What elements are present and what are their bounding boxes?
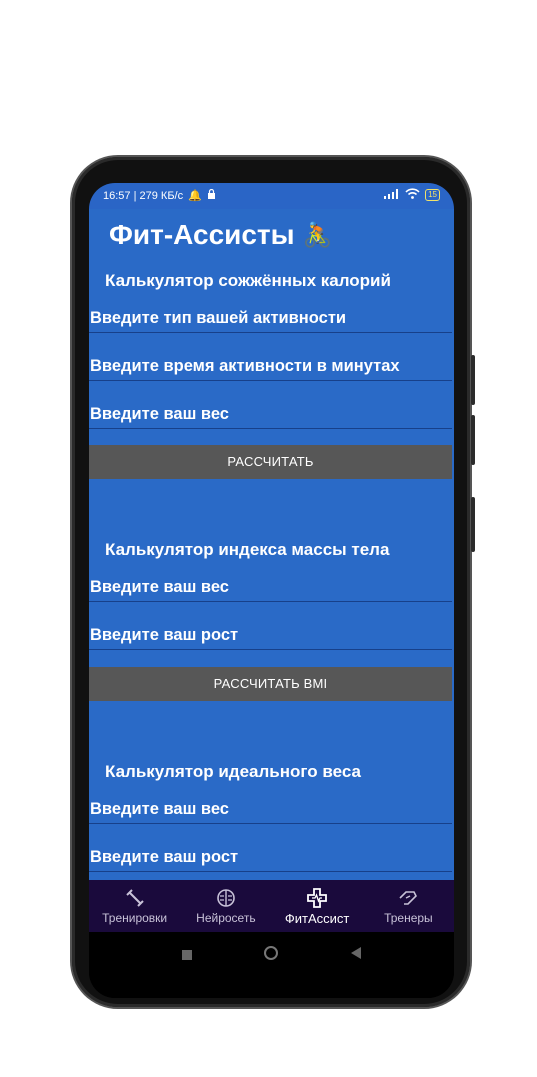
status-bar: 16:57 | 279 КБ/с 🔔 15: [89, 183, 454, 209]
medical-cross-icon: [306, 887, 328, 909]
ideal-weight-field[interactable]: Введите ваш вес: [89, 789, 452, 824]
activity-type-field[interactable]: Введите тип вашей активности: [89, 298, 452, 333]
ideal-height-field[interactable]: Введите ваш рост: [89, 837, 452, 872]
dumbbell-icon: [124, 887, 146, 909]
calculate-calories-button[interactable]: РАССЧИТАТЬ: [89, 445, 452, 479]
volume-button: [471, 355, 475, 405]
nav-label: Нейросеть: [196, 911, 256, 925]
ideal-weight-placeholder: Введите ваш вес: [90, 800, 229, 818]
bmi-height-field[interactable]: Введите ваш рост: [89, 615, 452, 650]
bmi-weight-field[interactable]: Введите ваш вес: [89, 567, 452, 602]
nav-label: ФитАссист: [284, 910, 350, 926]
recents-button[interactable]: [182, 950, 192, 960]
calories-weight-placeholder: Введите ваш вес: [90, 405, 229, 423]
app-title: Фит-Ассисты: [109, 219, 295, 250]
calories-weight-field[interactable]: Введите ваш вес: [89, 394, 452, 429]
nav-label: Тренеры: [384, 911, 433, 925]
ideal-height-placeholder: Введите ваш рост: [90, 848, 239, 866]
nav-label: Тренировки: [102, 911, 168, 925]
cyclist-icon: 🚴: [302, 221, 333, 249]
bell-icon: 🔔: [188, 190, 202, 202]
back-button[interactable]: [351, 947, 361, 959]
nav-item-neural[interactable]: Нейросеть: [180, 880, 271, 932]
nav-item-trainers[interactable]: Тренеры: [363, 880, 454, 932]
handshake-icon: [397, 887, 419, 909]
nav-item-fitassist[interactable]: ФитАссист: [272, 880, 363, 932]
calculate-bmi-button[interactable]: РАССЧИТАТЬ BMI: [89, 667, 452, 701]
signal-icon: [384, 188, 400, 202]
wifi-icon: [405, 188, 420, 202]
app-title-row: Фит-Ассисты 🚴: [109, 219, 332, 251]
brain-icon: [215, 887, 237, 909]
system-navigation-bar: [89, 932, 454, 998]
bmi-section-title: Калькулятор индекса массы тела: [105, 540, 390, 559]
bottom-navigation: Тренировки Нейросеть ФитАссист Тренеры: [89, 880, 454, 932]
nav-item-workouts[interactable]: Тренировки: [89, 880, 180, 932]
phone-screen: 16:57 | 279 КБ/с 🔔 15 Фит-Ассисты 🚴 Каль…: [89, 183, 454, 998]
bmi-weight-placeholder: Введите ваш вес: [90, 578, 229, 596]
activity-type-placeholder: Введите тип вашей активности: [90, 309, 347, 327]
bmi-height-placeholder: Введите ваш рост: [90, 626, 239, 644]
activity-time-field[interactable]: Введите время активности в минутах: [89, 346, 452, 381]
activity-time-placeholder: Введите время активности в минутах: [90, 357, 400, 375]
status-time: 16:57 | 279 КБ/с: [103, 189, 184, 202]
power-button: [471, 497, 475, 552]
lock-icon: [207, 188, 216, 202]
calories-section-title: Калькулятор сожжённых калорий: [105, 271, 391, 290]
battery-icon: 15: [425, 189, 440, 201]
main-content[interactable]: Фит-Ассисты 🚴 Калькулятор сожжённых кало…: [89, 209, 454, 880]
home-button[interactable]: [264, 946, 278, 960]
ideal-weight-section-title: Калькулятор идеального веса: [105, 762, 361, 781]
volume-button: [471, 415, 475, 465]
